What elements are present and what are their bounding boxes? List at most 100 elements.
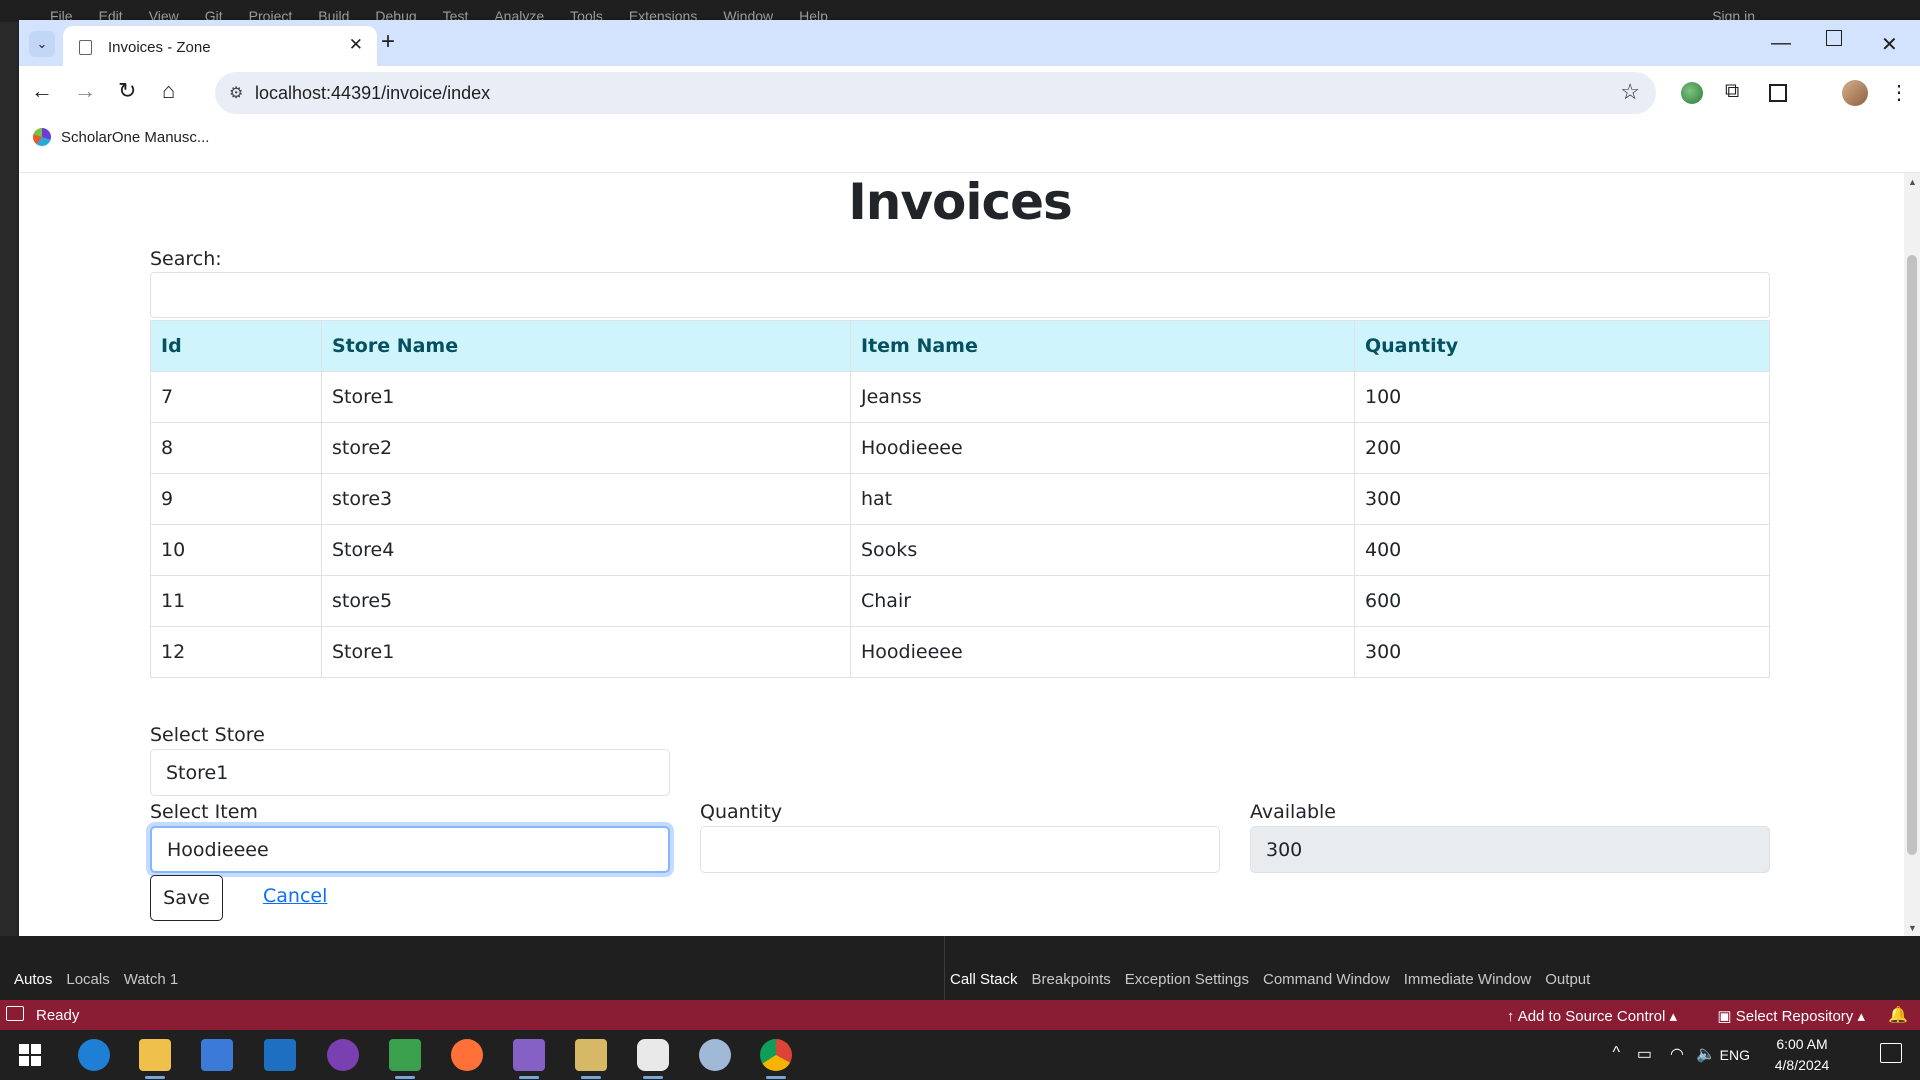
panel-tab[interactable]: Locals	[66, 971, 109, 988]
side-panel-icon[interactable]	[1769, 84, 1787, 102]
close-window-button[interactable]: ✕	[1881, 32, 1898, 57]
extensions-icon[interactable]: ⧉	[1725, 80, 1739, 103]
close-icon[interactable]: ✕	[349, 35, 363, 55]
panel-tab[interactable]: Autos	[14, 971, 52, 988]
cell-store-name: store5	[321, 575, 851, 627]
source-control-label: Add to Source Control	[1517, 1008, 1666, 1025]
battery-icon[interactable]: ▭	[1637, 1044, 1652, 1064]
table-row[interactable]: 11 store5 Chair 600	[150, 575, 1770, 627]
home-icon[interactable]: ⌂	[162, 80, 175, 102]
file-explorer-icon[interactable]	[139, 1039, 171, 1079]
panel-tab[interactable]: Call Stack	[950, 971, 1018, 988]
volume-icon[interactable]: 🔈	[1696, 1044, 1716, 1064]
vs-left-strip	[0, 22, 19, 942]
cell-store-name: Store1	[321, 371, 851, 423]
status-ready: Ready	[36, 1007, 80, 1024]
cell-id: 12	[150, 626, 322, 678]
cancel-link[interactable]: Cancel	[263, 885, 327, 907]
vs-right-panel-tabs: Call Stack Breakpoints Exception Settings C…	[950, 971, 1590, 988]
table-row[interactable]: 12 Store1 Hoodieeee 300	[150, 626, 1770, 678]
search-input[interactable]	[150, 272, 1770, 318]
mail-icon[interactable]	[264, 1039, 296, 1071]
table-row[interactable]: 8 store2 Hoodieeee 200	[150, 422, 1770, 474]
table-row[interactable]: 10 Store4 Sooks 400	[150, 524, 1770, 576]
address-bar[interactable]: ⚙ localhost:44391/invoice/index ☆	[215, 72, 1656, 114]
add-to-source-control-button[interactable]: ↑ Add to Source Control ▴	[1507, 1007, 1677, 1025]
panel-tab[interactable]: Immediate Window	[1404, 971, 1532, 988]
new-tab-button[interactable]: +	[381, 30, 395, 54]
wifi-icon[interactable]: ◠	[1670, 1044, 1684, 1064]
table-row[interactable]: 9 store3 hat 300	[150, 473, 1770, 525]
vs-debug-panels: Autos Locals Watch 1 Call Stack Breakpoints…	[0, 936, 1920, 1000]
quantity-field[interactable]	[700, 826, 1220, 873]
store-icon[interactable]	[201, 1039, 233, 1071]
maximize-button[interactable]	[1826, 30, 1842, 46]
cell-item-name: Hoodieeee	[850, 626, 1355, 678]
cell-store-name: store2	[321, 422, 851, 474]
cell-store-name: Store4	[321, 524, 851, 576]
clapper-app-icon[interactable]	[575, 1039, 607, 1079]
panel-tab[interactable]: Output	[1545, 971, 1590, 988]
teamviewer-icon[interactable]	[637, 1039, 669, 1079]
globe-extension-icon[interactable]	[1681, 82, 1703, 104]
scroll-up-icon[interactable]: ▲	[1908, 177, 1917, 187]
tab-invoices[interactable]: Invoices - Zone ✕	[63, 26, 377, 66]
select-repository-button[interactable]: ▣ Select Repository ▴	[1717, 1007, 1865, 1025]
select-store-field[interactable]	[150, 749, 670, 796]
repository-label: Select Repository	[1735, 1008, 1854, 1025]
select-item-field[interactable]	[150, 826, 670, 873]
site-info-icon[interactable]: ⚙	[229, 83, 243, 103]
browser-window: ⌄ Invoices - Zone ✕ + — ✕ ← → ↻ ⌂ ⚙ loca…	[19, 20, 1920, 936]
quantity-label: Quantity	[700, 801, 783, 823]
edge-icon[interactable]	[78, 1039, 110, 1071]
notification-icon[interactable]	[1880, 1043, 1902, 1063]
visual-studio-icon[interactable]	[513, 1039, 545, 1079]
minimize-button[interactable]: —	[1771, 32, 1791, 55]
panel-tab[interactable]: Exception Settings	[1125, 971, 1249, 988]
page-scrollbar[interactable]: ▲ ▼	[1904, 173, 1920, 936]
vs-menubar: File Edit View Git Project Build Debug Test Anal…	[0, 0, 1920, 24]
scholarone-icon	[33, 128, 51, 146]
vs-status-bar: Ready ↑ Add to Source Control ▴ ▣ Select…	[0, 1000, 1920, 1030]
chevron-up-icon[interactable]: ^	[1612, 1044, 1620, 1062]
url-text[interactable]: localhost:44391/invoice/index	[255, 83, 490, 104]
reload-icon[interactable]: ↻	[118, 80, 136, 102]
table-row[interactable]: 7 Store1 Jeanss 100	[150, 371, 1770, 423]
panel-tab[interactable]: Breakpoints	[1032, 971, 1111, 988]
save-button[interactable]: Save	[150, 875, 223, 921]
page-icon	[79, 40, 92, 55]
bookmark-scholarone[interactable]: ScholarOne Manusc...	[61, 129, 209, 146]
language-indicator[interactable]: ENG	[1720, 1047, 1750, 1063]
chevron-down-icon: ⌄	[36, 36, 48, 51]
cell-id: 8	[150, 422, 322, 474]
cell-store-name: Store1	[321, 626, 851, 678]
column-header-item-name: Item Name	[850, 320, 1355, 372]
mask-app-icon[interactable]	[327, 1039, 359, 1071]
browser-toolbar: ← → ↻ ⌂ ⚙ localhost:44391/invoice/index …	[19, 66, 1920, 120]
paint-icon[interactable]	[699, 1039, 731, 1071]
clock-date[interactable]: 4/8/2024	[1762, 1057, 1842, 1073]
back-icon[interactable]: ←	[31, 80, 53, 102]
firefox-icon[interactable]	[451, 1039, 483, 1071]
cell-quantity: 300	[1354, 626, 1770, 678]
chrome-icon[interactable]	[760, 1039, 792, 1079]
panel-divider	[944, 936, 945, 1000]
avatar[interactable]	[1842, 80, 1868, 106]
cell-item-name: Hoodieeee	[850, 422, 1355, 474]
cell-item-name: Jeanss	[850, 371, 1355, 423]
panel-tab[interactable]: Command Window	[1263, 971, 1390, 988]
clock-time[interactable]: 6:00 AM	[1762, 1036, 1842, 1052]
windows-start-icon[interactable]	[14, 1039, 46, 1071]
sheets-app-icon[interactable]	[389, 1039, 421, 1079]
panel-tab[interactable]: Watch 1	[124, 971, 178, 988]
column-header-id: Id	[150, 320, 322, 372]
scroll-down-icon[interactable]: ▼	[1908, 923, 1917, 933]
tab-search-button[interactable]: ⌄	[29, 31, 55, 57]
bell-icon[interactable]: 🔔	[1888, 1005, 1908, 1025]
scrollbar-thumb[interactable]	[1907, 255, 1917, 855]
output-icon	[6, 1006, 24, 1021]
star-icon[interactable]: ☆	[1620, 79, 1640, 105]
menu-icon[interactable]: ⋮	[1889, 80, 1909, 105]
column-header-store-name: Store Name	[321, 320, 851, 372]
forward-icon[interactable]: →	[74, 80, 96, 102]
